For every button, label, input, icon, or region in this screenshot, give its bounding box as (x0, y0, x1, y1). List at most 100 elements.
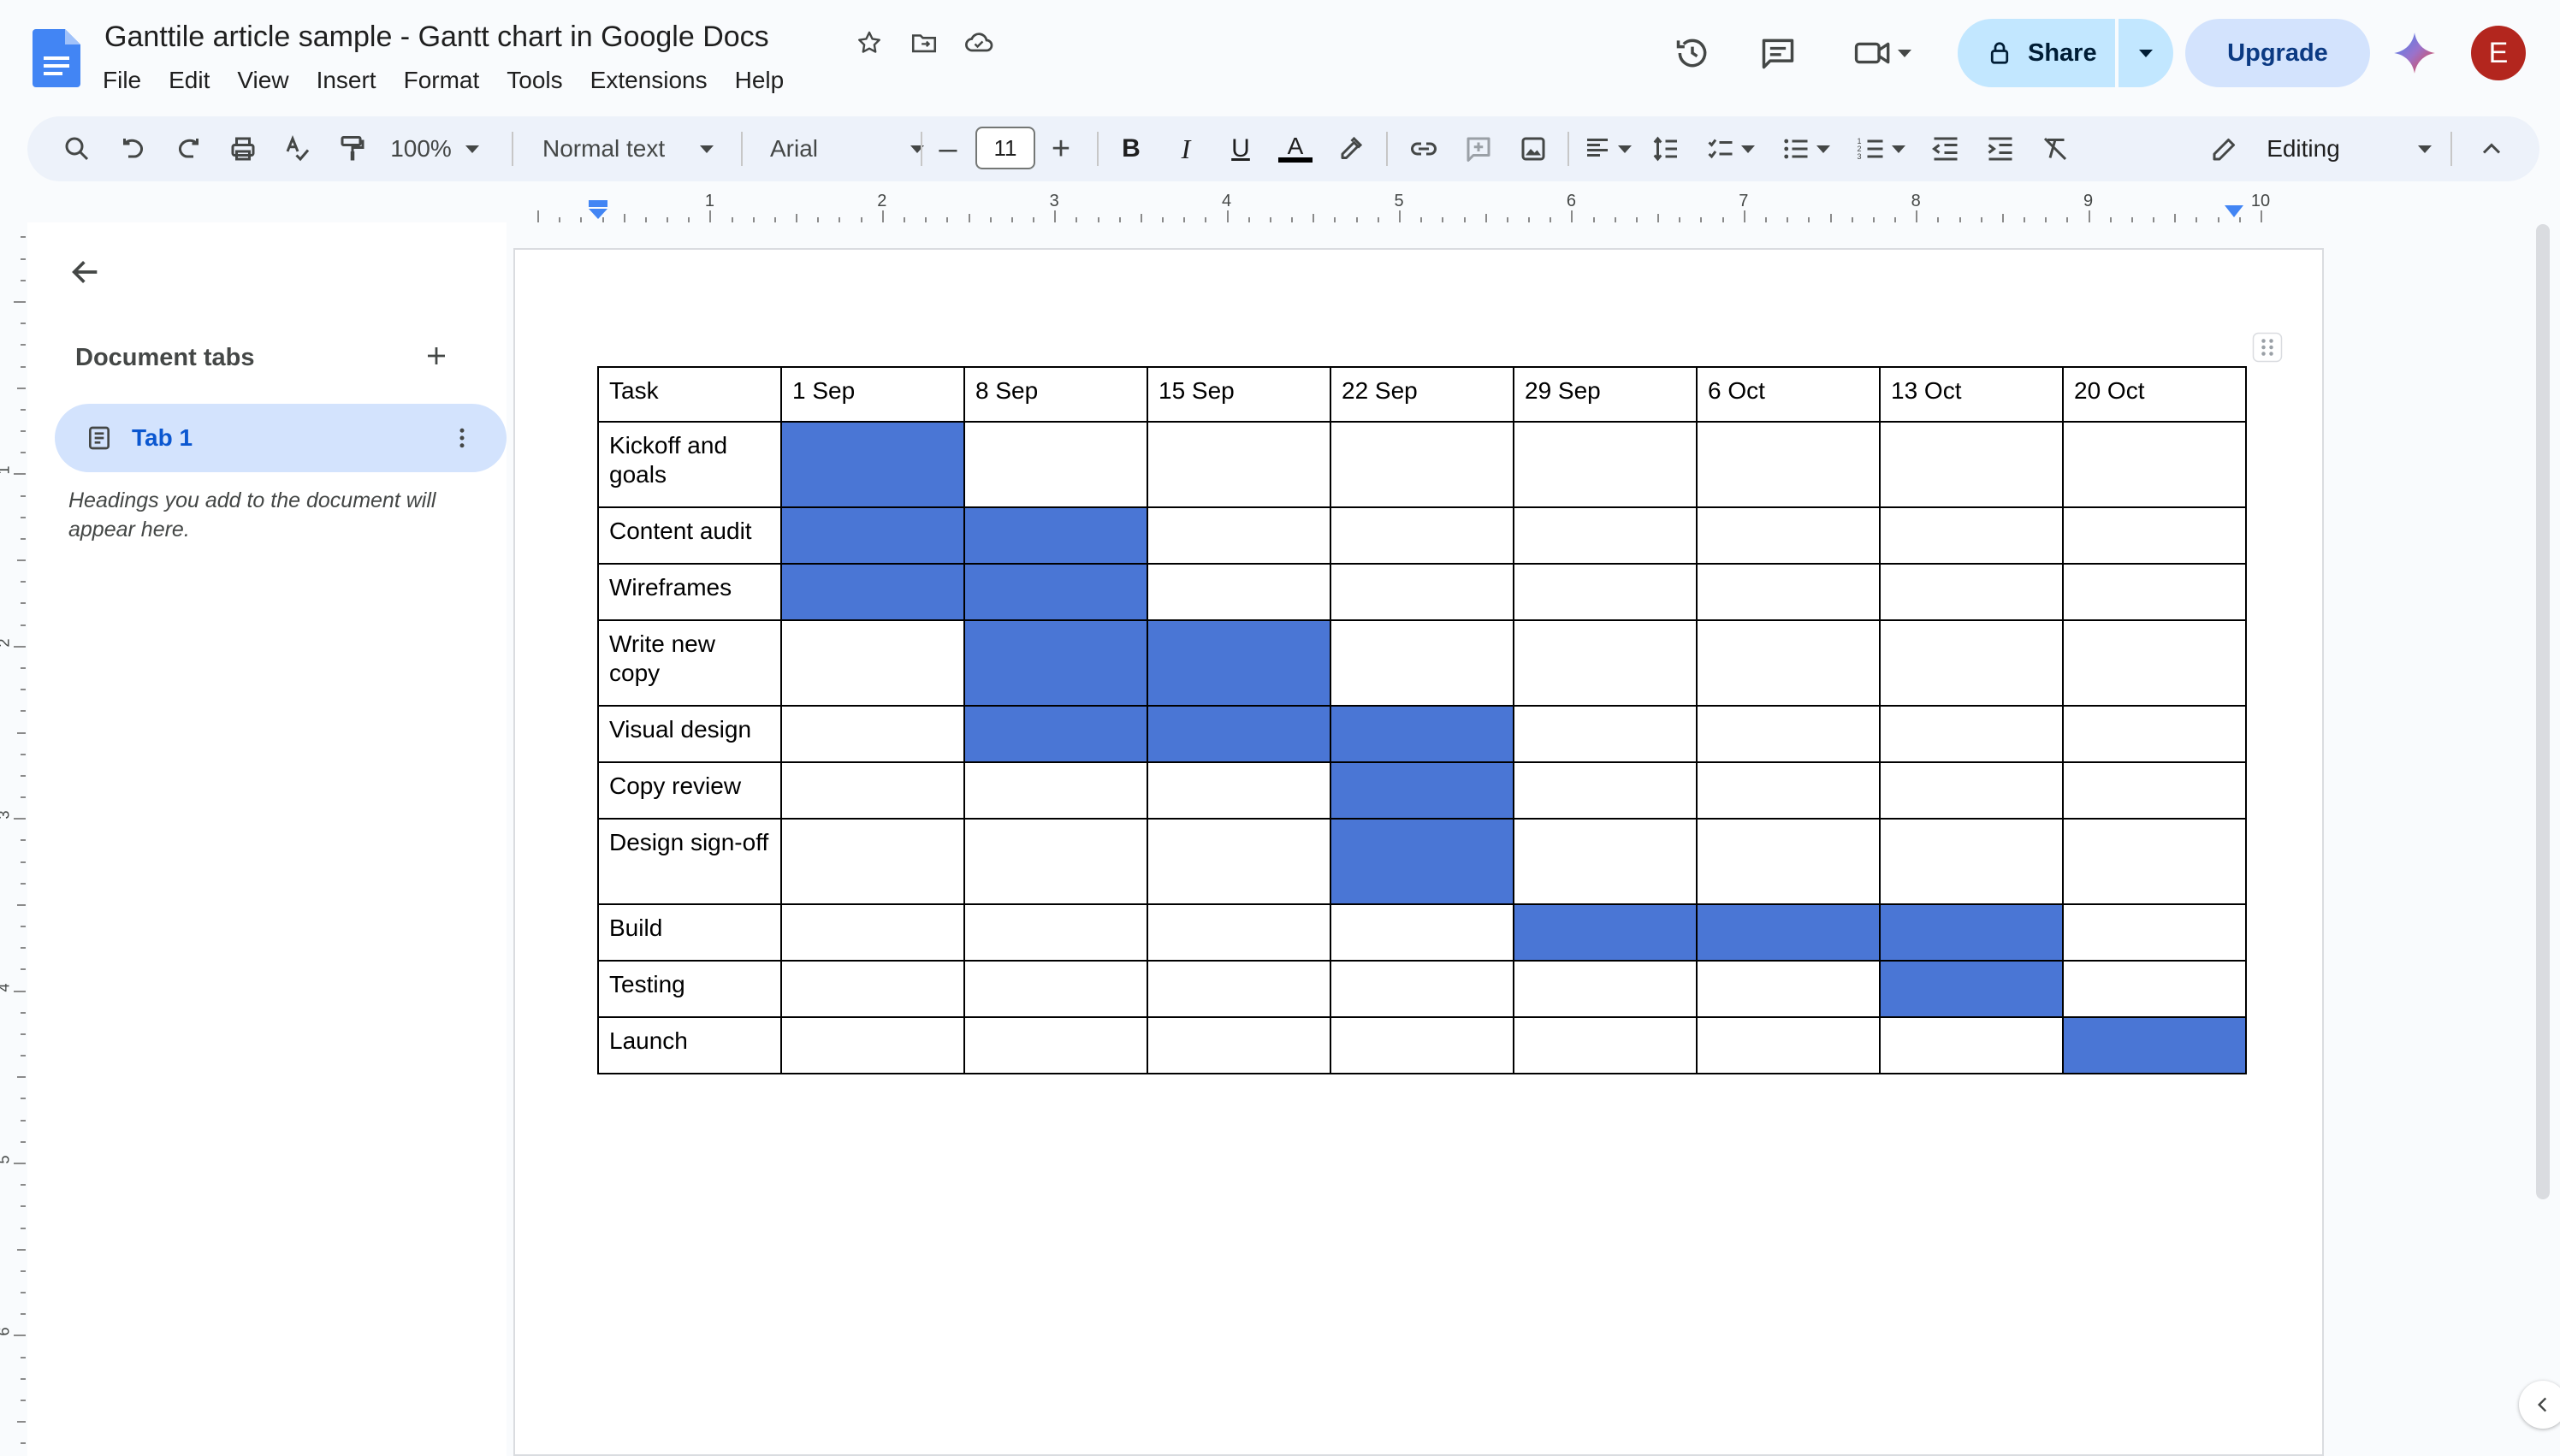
gantt-bar-cell[interactable] (1330, 761, 1514, 820)
gantt-empty-cell[interactable] (1330, 1016, 1514, 1074)
gantt-empty-cell[interactable] (2062, 818, 2247, 905)
gantt-bar-cell[interactable] (1147, 705, 1331, 763)
gantt-empty-cell[interactable] (780, 903, 965, 962)
gantt-empty-cell[interactable] (1147, 563, 1331, 621)
horizontal-ruler[interactable]: 1 2 3 4 5 6 7 8 9 10 (513, 192, 2324, 222)
gantt-empty-cell[interactable] (1147, 421, 1331, 508)
gantt-empty-cell[interactable] (1696, 563, 1881, 621)
bold-button[interactable]: B (1107, 116, 1155, 181)
gantt-bar-cell[interactable] (1879, 960, 2064, 1018)
gantt-empty-cell[interactable] (1330, 506, 1514, 565)
menu-tools[interactable]: Tools (493, 63, 576, 98)
gantt-empty-cell[interactable] (1513, 761, 1698, 820)
font-size-input[interactable]: 11 (975, 127, 1035, 169)
gantt-empty-cell[interactable] (2062, 506, 2247, 565)
gantt-empty-cell[interactable] (1879, 563, 2064, 621)
editing-mode-select[interactable]: Editing (2192, 116, 2449, 181)
menu-file[interactable]: File (89, 63, 155, 98)
move-folder-icon[interactable] (905, 24, 943, 62)
gantt-empty-cell[interactable] (780, 1016, 965, 1074)
gantt-empty-cell[interactable] (963, 1016, 1148, 1074)
gantt-bar-cell[interactable] (963, 563, 1148, 621)
gantt-empty-cell[interactable] (780, 761, 965, 820)
gantt-bar-cell[interactable] (780, 421, 965, 508)
insert-image-icon[interactable] (1509, 116, 1557, 181)
gantt-empty-cell[interactable] (1513, 563, 1698, 621)
gantt-empty-cell[interactable] (1696, 705, 1881, 763)
gantt-bar-cell[interactable] (963, 705, 1148, 763)
print-icon[interactable] (219, 116, 267, 181)
gantt-empty-cell[interactable] (1879, 1016, 2064, 1074)
increase-font-size-button[interactable]: + (1037, 116, 1085, 181)
gantt-empty-cell[interactable] (1696, 818, 1881, 905)
menu-insert[interactable]: Insert (303, 63, 390, 98)
gantt-empty-cell[interactable] (963, 903, 1148, 962)
gantt-empty-cell[interactable] (963, 960, 1148, 1018)
meet-icon[interactable] (1848, 31, 1917, 75)
task-name-cell[interactable]: Copy review (597, 761, 782, 820)
add-tab-icon[interactable] (412, 332, 460, 380)
version-history-icon[interactable] (1670, 31, 1715, 75)
comments-icon[interactable] (1756, 31, 1800, 75)
gantt-empty-cell[interactable] (963, 761, 1148, 820)
font-select[interactable]: Arial (761, 116, 933, 181)
gantt-empty-cell[interactable] (1879, 421, 2064, 508)
gantt-empty-cell[interactable] (1696, 1016, 1881, 1074)
gantt-bar-cell[interactable] (2062, 1016, 2247, 1074)
tab-1[interactable]: Tab 1 (55, 404, 507, 472)
gantt-empty-cell[interactable] (1147, 761, 1331, 820)
redo-icon[interactable] (164, 116, 212, 181)
share-button[interactable]: Share (1958, 19, 2115, 87)
gantt-table[interactable]: Task 1 Sep 8 Sep 15 Sep 22 Sep 29 Sep 6 Oct 13 … (597, 366, 2247, 1074)
task-name-cell[interactable]: Build (597, 903, 782, 962)
task-name-cell[interactable]: Content audit (597, 506, 782, 565)
gantt-empty-cell[interactable] (1147, 506, 1331, 565)
more-options-icon[interactable] (438, 414, 486, 462)
italic-button[interactable]: I (1162, 116, 1210, 181)
gantt-empty-cell[interactable] (1147, 1016, 1331, 1074)
star-icon[interactable] (850, 24, 888, 62)
menu-help[interactable]: Help (721, 63, 798, 98)
hide-menus-icon[interactable] (2468, 116, 2516, 181)
gantt-empty-cell[interactable] (1513, 705, 1698, 763)
gantt-bar-cell[interactable] (963, 619, 1148, 707)
paint-format-icon[interactable] (329, 116, 376, 181)
gantt-bar-cell[interactable] (1330, 705, 1514, 763)
gantt-empty-cell[interactable] (1879, 818, 2064, 905)
gantt-empty-cell[interactable] (1879, 619, 2064, 707)
gantt-empty-cell[interactable] (1513, 960, 1698, 1018)
menu-format[interactable]: Format (390, 63, 494, 98)
menu-view[interactable]: View (223, 63, 302, 98)
line-spacing-icon[interactable] (1643, 116, 1691, 181)
gantt-empty-cell[interactable] (1147, 903, 1331, 962)
header-cell-week[interactable]: 1 Sep (780, 366, 965, 423)
cloud-saved-icon[interactable] (960, 24, 998, 62)
spellcheck-icon[interactable] (274, 116, 322, 181)
header-cell-week[interactable]: 13 Oct (1879, 366, 2064, 423)
gantt-empty-cell[interactable] (1696, 619, 1881, 707)
gantt-empty-cell[interactable] (2062, 903, 2247, 962)
back-arrow-icon[interactable] (62, 248, 110, 296)
gantt-empty-cell[interactable] (963, 421, 1148, 508)
gantt-empty-cell[interactable] (780, 705, 965, 763)
menu-extensions[interactable]: Extensions (577, 63, 721, 98)
add-comment-icon[interactable] (1455, 116, 1502, 181)
avatar[interactable]: E (2471, 26, 2526, 80)
gemini-icon[interactable] (2392, 31, 2437, 75)
gantt-empty-cell[interactable] (1513, 506, 1698, 565)
gantt-bar-cell[interactable] (1330, 818, 1514, 905)
gantt-empty-cell[interactable] (2062, 619, 2247, 707)
header-cell-week[interactable]: 29 Sep (1513, 366, 1698, 423)
header-cell-week[interactable]: 15 Sep (1147, 366, 1331, 423)
gantt-empty-cell[interactable] (1879, 761, 2064, 820)
gantt-empty-cell[interactable] (2062, 421, 2247, 508)
gantt-empty-cell[interactable] (1513, 818, 1698, 905)
zoom-select[interactable]: 100% (383, 116, 486, 181)
align-button[interactable] (1574, 116, 1639, 181)
gantt-empty-cell[interactable] (963, 818, 1148, 905)
gantt-empty-cell[interactable] (1879, 705, 2064, 763)
header-cell-task[interactable]: Task (597, 366, 782, 423)
gantt-empty-cell[interactable] (1513, 421, 1698, 508)
gantt-empty-cell[interactable] (780, 818, 965, 905)
gantt-empty-cell[interactable] (1147, 960, 1331, 1018)
